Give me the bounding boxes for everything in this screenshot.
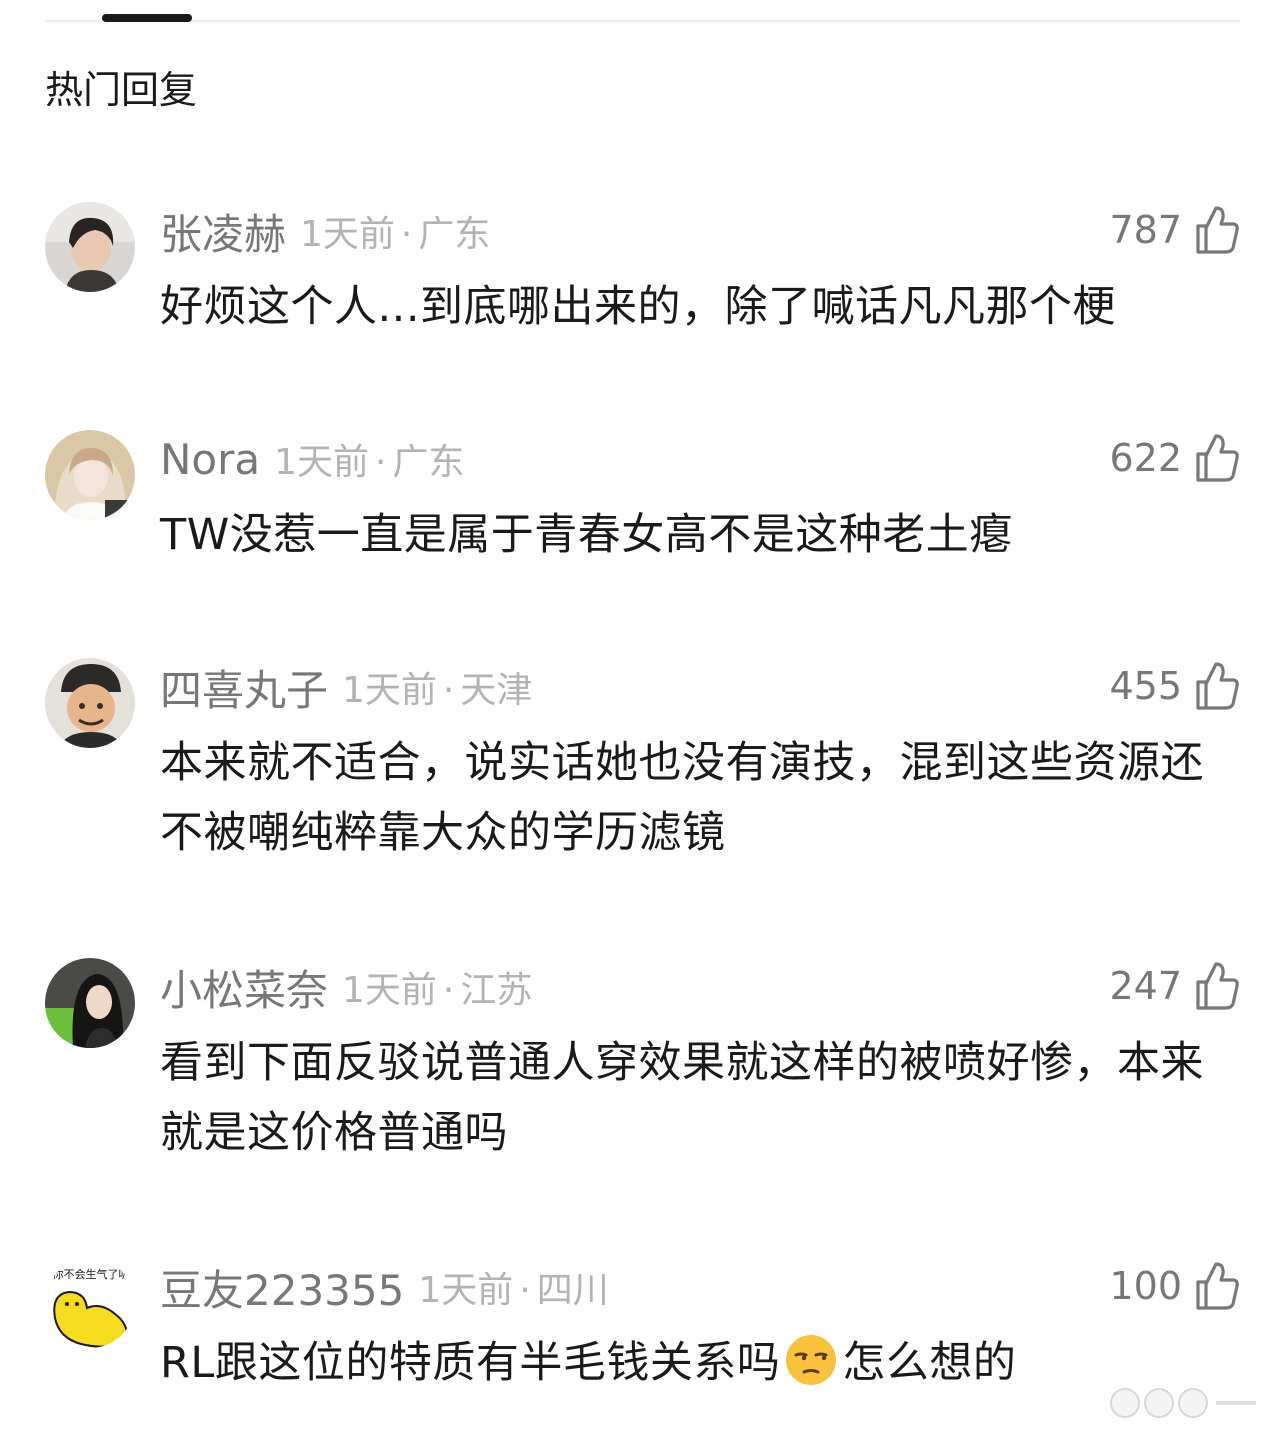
thumbs-up-icon: [1196, 434, 1239, 482]
username[interactable]: Nora: [160, 435, 260, 484]
watermark: [1110, 1388, 1256, 1418]
like-button[interactable]: 100: [1109, 1258, 1240, 1314]
comment-location: 广东: [392, 442, 465, 483]
comment-text: RL跟这位的特质有半毛钱关系吗 怎么想的: [160, 1328, 1220, 1398]
meta-separator: ·: [400, 214, 413, 255]
comment-header: 张凌赫 1天前 · 广东: [160, 205, 490, 259]
comment-item: 张凌赫 1天前 · 广东 787 好烦这个人...到底哪出来的，除了喊话凡凡那个梗: [45, 202, 1240, 342]
comment-location: 江苏: [460, 970, 533, 1011]
username[interactable]: 张凌赫: [160, 201, 286, 262]
thumbs-up-icon: [1196, 662, 1239, 710]
comment-header: 四喜丸子 1天前 · 天津: [160, 661, 532, 715]
comment-meta: 1天前 · 江苏: [342, 961, 532, 1013]
comment-text-part: 怎么想的: [842, 1338, 1017, 1388]
like-button[interactable]: 622: [1109, 430, 1240, 486]
watermark-logo-icon: [1110, 1388, 1140, 1418]
thumbs-up-icon: [1196, 962, 1239, 1010]
meta-separator: ·: [442, 970, 455, 1011]
comment-location: 四川: [536, 1270, 609, 1311]
comment-text: TW没惹一直是属于青春女高不是这种老土瘪: [160, 510, 1013, 560]
comment-time: 1天前: [418, 1270, 514, 1311]
watermark-logo-icon: [1178, 1388, 1208, 1418]
comment-item: Nora 1天前 · 广东 622 TW没惹一直是属于青春女高不是这种老土瘪: [45, 430, 1240, 570]
unamused-face-icon: [786, 1335, 837, 1385]
section-title: 热门回复: [45, 68, 198, 112]
like-count: 787: [1109, 208, 1182, 252]
username[interactable]: 四喜丸子: [160, 657, 328, 718]
comment-meta: 1天前 · 广东: [300, 205, 490, 257]
avatar[interactable]: [45, 430, 135, 520]
username[interactable]: 小松菜奈: [160, 957, 328, 1018]
avatar[interactable]: [45, 958, 135, 1048]
comment-time: 1天前: [274, 442, 370, 483]
comment-location: 广东: [418, 214, 491, 255]
comment-text: 看到下面反驳说普通人穿效果就这样的被喷好惨，本来就是这价格普通吗: [160, 1038, 1204, 1158]
avatar-caption: 你不会生气了叭: [53, 1267, 130, 1281]
tab-indicator: [102, 14, 192, 22]
like-button[interactable]: 455: [1109, 658, 1240, 714]
thumbs-up-icon: [1196, 1262, 1239, 1310]
top-divider: [45, 20, 1240, 22]
comment-meta: 1天前 · 天津: [342, 661, 532, 713]
like-button[interactable]: 787: [1109, 202, 1240, 258]
avatar[interactable]: 你不会生气了叭: [45, 1258, 135, 1348]
comment-header: Nora 1天前 · 广东: [160, 434, 465, 484]
comment-meta: 1天前 · 广东: [274, 433, 464, 485]
username[interactable]: 豆友223355: [160, 1257, 404, 1318]
watermark-logo-icon: [1144, 1388, 1174, 1418]
avatar[interactable]: [45, 658, 135, 748]
comment-location: 天津: [460, 670, 533, 711]
thumbs-up-icon: [1196, 206, 1239, 254]
comment-time: 1天前: [342, 970, 437, 1011]
meta-separator: ·: [375, 442, 387, 483]
comment-header: 豆友223355 1天前 · 四川: [160, 1261, 609, 1315]
comment-item: 四喜丸子 1天前 · 天津 455 本来就不适合，说实话她也没有演技，混到这些资源还…: [45, 658, 1240, 868]
comment-text-part: RL跟这位的特质有半毛钱关系吗: [160, 1338, 781, 1388]
comment-item: 你不会生气了叭 豆友223355 1天前 · 四川 100 RL跟这位的特质有半毛钱…: [45, 1258, 1240, 1398]
comment-header: 小松菜奈 1天前 · 江苏: [160, 961, 532, 1015]
comment-text: 本来就不适合，说实话她也没有演技，混到这些资源还不被嘲纯粹靠大众的学历滤镜: [160, 738, 1204, 858]
comment-time: 1天前: [342, 670, 437, 711]
avatar[interactable]: [45, 202, 135, 292]
watermark-line: [1216, 1401, 1256, 1405]
meta-separator: ·: [519, 1270, 531, 1311]
meta-separator: ·: [442, 670, 455, 711]
like-count: 100: [1109, 1264, 1182, 1308]
comment-text: 好烦这个人...到底哪出来的，除了喊话凡凡那个梗: [160, 282, 1117, 332]
like-count: 247: [1109, 964, 1182, 1008]
comment-meta: 1天前 · 四川: [418, 1261, 608, 1313]
like-count: 622: [1109, 436, 1182, 480]
like-count: 455: [1109, 664, 1182, 708]
like-button[interactable]: 247: [1109, 958, 1240, 1014]
comment-time: 1天前: [300, 214, 395, 255]
comment-item: 小松菜奈 1天前 · 江苏 247 看到下面反驳说普通人穿效果就这样的被喷好惨，本来…: [45, 958, 1240, 1168]
